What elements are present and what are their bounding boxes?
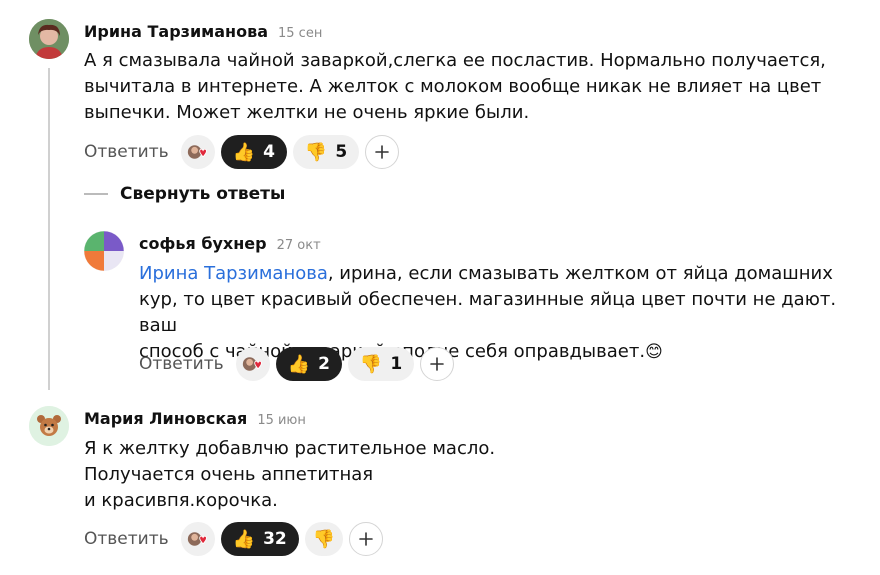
comment-actions: Ответить 👍 32 👎: [84, 522, 384, 556]
bear-face-icon: [29, 406, 69, 446]
thumbs-up-icon: 👍: [232, 528, 256, 550]
like-count: 32: [263, 529, 287, 549]
like-button[interactable]: 👍 32: [220, 522, 299, 556]
add-reaction-button[interactable]: [349, 522, 384, 556]
reactor-avatars-icon: [187, 532, 207, 546]
reactors-button[interactable]: [180, 522, 215, 556]
comment-header: Мария Линовская 15 июн: [84, 409, 306, 428]
comments-page: Ирина Тарзиманова 15 сен А я смазывала ч…: [0, 0, 880, 575]
comment-text: Я к желтку добавлчю растительное масло. …: [84, 438, 496, 511]
comment-3: Мария Линовская 15 июн Я к желтку добавл…: [0, 0, 880, 575]
reply-button[interactable]: Ответить: [84, 529, 169, 549]
dislike-button[interactable]: 👎: [304, 522, 344, 556]
thumbs-down-icon: 👎: [312, 528, 336, 550]
author-name[interactable]: Мария Линовская: [84, 409, 247, 428]
avatar[interactable]: [29, 406, 69, 446]
plus-icon: [359, 532, 373, 546]
comment-date: 15 июн: [257, 413, 306, 428]
